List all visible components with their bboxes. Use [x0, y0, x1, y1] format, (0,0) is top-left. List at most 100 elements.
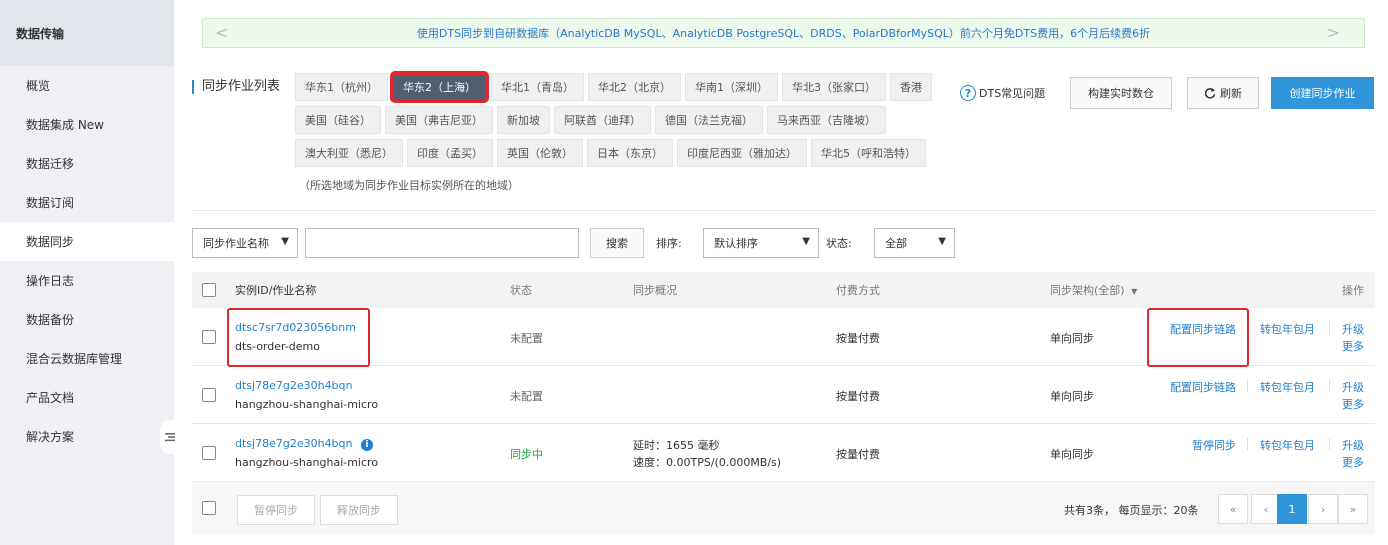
sidebar-item-overview[interactable]: 概览	[0, 66, 174, 105]
sort-value: 默认排序	[714, 237, 758, 250]
upgrade-link[interactable]: 升级	[1342, 437, 1364, 453]
promo-text[interactable]: 使用DTS同步到自研数据库（AnalyticDB MySQL、AnalyticD…	[417, 25, 1150, 41]
region-tab[interactable]: 德国（法兰克福）	[655, 106, 763, 134]
status-value: 全部	[885, 237, 907, 250]
region-tab[interactable]: 印度（孟买）	[407, 139, 493, 167]
status-text: 未配置	[510, 332, 543, 345]
sort-select[interactable]: 默认排序 ▼	[703, 228, 819, 258]
refresh-label: 刷新	[1220, 87, 1242, 100]
sidebar-item-docs[interactable]: 产品文档	[0, 378, 174, 417]
col-pay: 付费方式	[836, 284, 880, 297]
separator	[1329, 438, 1330, 450]
build-warehouse-button[interactable]: 构建实时数仓	[1070, 77, 1172, 109]
row-checkbox[interactable]	[202, 330, 216, 344]
region-row: 澳大利亚（悉尼） 印度（孟买） 英国（伦敦） 日本（东京） 印度尼西亚（雅加达） 华北5（…	[295, 139, 935, 167]
page-current-button[interactable]: 1	[1277, 494, 1307, 524]
info-icon[interactable]: i	[361, 439, 373, 451]
sidebar: 数据传输 概览 数据集成 New 数据迁移 数据订阅 数据同步 操作日志 数据备…	[0, 0, 180, 545]
page-first-button[interactable]: «	[1218, 494, 1248, 524]
page-next-button[interactable]: ›	[1308, 494, 1338, 524]
status-select[interactable]: 全部 ▼	[874, 228, 955, 258]
instance-id-link[interactable]: dtsj78e7g2e30h4bqn	[235, 437, 353, 450]
sidebar-item-data-migration[interactable]: 数据迁移	[0, 144, 174, 183]
region-tab[interactable]: 华南1（深圳）	[685, 73, 778, 101]
col-name: 实例ID/作业名称	[235, 284, 317, 297]
more-link[interactable]: 更多	[1342, 396, 1364, 412]
convert-subscription-link[interactable]: 转包年包月	[1260, 437, 1315, 453]
status-text: 未配置	[510, 390, 543, 403]
region-tab[interactable]: 印度尼西亚（雅加达）	[677, 139, 807, 167]
batch-release-button[interactable]: 释放同步	[320, 495, 398, 525]
region-tab[interactable]: 英国（伦敦）	[497, 139, 583, 167]
sidebar-item-operation-log[interactable]: 操作日志	[0, 261, 174, 300]
col-arch-filter[interactable]: 同步架构(全部) ▼	[1050, 282, 1137, 298]
more-link[interactable]: 更多	[1342, 338, 1364, 354]
sidebar-item-data-subscription[interactable]: 数据订阅	[0, 183, 174, 222]
configure-link-link[interactable]: 配置同步链路	[1170, 379, 1236, 395]
region-tab[interactable]: 华东2（上海）	[392, 73, 487, 101]
region-row: 美国（硅谷） 美国（弗吉尼亚） 新加坡 阿联酋（迪拜） 德国（法兰克福） 马来西亚（吉隆坡…	[295, 106, 935, 134]
sidebar-item-solutions[interactable]: 解决方案	[0, 417, 174, 456]
page-title: 同步作业列表	[192, 80, 280, 94]
promo-next-icon[interactable]: >	[1327, 23, 1340, 42]
divider	[192, 210, 1375, 211]
row-checkbox[interactable]	[202, 446, 216, 460]
separator	[1247, 380, 1248, 392]
region-tab[interactable]: 华东1（杭州）	[295, 73, 388, 101]
sidebar-item-data-integration[interactable]: 数据集成 New	[0, 105, 174, 144]
region-tab[interactable]: 新加坡	[497, 106, 550, 134]
search-field-select[interactable]: 同步作业名称 ▼	[192, 228, 298, 258]
region-tab[interactable]: 马来西亚（吉隆坡）	[767, 106, 886, 134]
batch-pause-button[interactable]: 暂停同步	[237, 495, 315, 525]
caret-down-icon: ▼	[1131, 287, 1138, 296]
region-tab[interactable]: 美国（弗吉尼亚）	[385, 106, 493, 134]
search-input[interactable]	[305, 228, 579, 258]
row-checkbox[interactable]	[202, 388, 216, 402]
convert-subscription-link[interactable]: 转包年包月	[1260, 321, 1315, 337]
refresh-icon	[1204, 88, 1216, 99]
pause-sync-link[interactable]: 暂停同步	[1192, 437, 1236, 453]
sidebar-item-data-backup[interactable]: 数据备份	[0, 300, 174, 339]
region-tab[interactable]: 阿联酋（迪拜）	[554, 106, 651, 134]
refresh-button[interactable]: 刷新	[1187, 77, 1259, 109]
region-tab[interactable]: 澳大利亚（悉尼）	[295, 139, 403, 167]
job-name: hangzhou-shanghai-micro	[235, 456, 379, 469]
app: 数据传输 概览 数据集成 New 数据迁移 数据订阅 数据同步 操作日志 数据备…	[0, 0, 1388, 545]
region-tab[interactable]: 华北3（张家口）	[782, 73, 886, 101]
pay-type: 按量付费	[836, 448, 880, 461]
upgrade-link[interactable]: 升级	[1342, 321, 1364, 337]
pagination-summary: 共有3条， 每页显示：20条	[1064, 504, 1199, 517]
sidebar-item-data-sync[interactable]: 数据同步	[0, 222, 174, 261]
region-tab[interactable]: 华北2（北京）	[588, 73, 681, 101]
promo-banner[interactable]: < 使用DTS同步到自研数据库（AnalyticDB MySQL、Analyti…	[202, 18, 1365, 48]
region-tab[interactable]: 美国（硅谷）	[295, 106, 381, 134]
faq-link[interactable]: ? DTS常见问题	[960, 85, 1045, 101]
separator	[1329, 322, 1330, 334]
table-row: dtsj78e7g2e30h4bqn hangzhou-shanghai-micr…	[192, 366, 1375, 424]
search-button[interactable]: 搜索	[590, 228, 644, 258]
region-tab[interactable]: 华北1（青岛）	[491, 73, 584, 101]
sync-arch: 单向同步	[1050, 390, 1094, 403]
page-last-button[interactable]: »	[1338, 494, 1368, 524]
upgrade-link[interactable]: 升级	[1342, 379, 1364, 395]
region-tab[interactable]: 日本（东京）	[587, 139, 673, 167]
region-tab[interactable]: 华北5（呼和浩特）	[811, 139, 926, 167]
promo-prev-icon[interactable]: <	[215, 23, 228, 42]
sidebar-item-hybrid-cloud[interactable]: 混合云数据库管理	[0, 339, 174, 378]
region-selector: 华东1（杭州） 华东2（上海） 华北1（青岛） 华北2（北京） 华南1（深圳） 华北3（张…	[295, 73, 935, 172]
col-arch-label: 同步架构(全部)	[1050, 284, 1125, 297]
chevron-down-icon: ▼	[281, 236, 289, 247]
highlight-box	[1147, 308, 1249, 367]
footer-select-checkbox[interactable]	[202, 501, 216, 515]
table-row: dtsc7sr7d023056bnm dts-order-demo 未配置 按量付费单…	[192, 308, 1375, 367]
region-tab[interactable]: 香港	[890, 73, 932, 101]
more-link[interactable]: 更多	[1342, 454, 1364, 470]
create-sync-job-button[interactable]: 创建同步作业	[1271, 77, 1374, 109]
instance-id-link[interactable]: dtsj78e7g2e30h4bqn	[235, 379, 353, 392]
select-all-checkbox[interactable]	[202, 283, 216, 297]
region-note: （所选地域为同步作业目标实例所在的地域）	[299, 179, 519, 192]
table-body: dtsc7sr7d023056bnm dts-order-demo 未配置 按量付费单…	[192, 308, 1375, 482]
convert-subscription-link[interactable]: 转包年包月	[1260, 379, 1315, 395]
col-ops: 操作	[1342, 284, 1364, 297]
sync-arch: 单向同步	[1050, 332, 1094, 345]
